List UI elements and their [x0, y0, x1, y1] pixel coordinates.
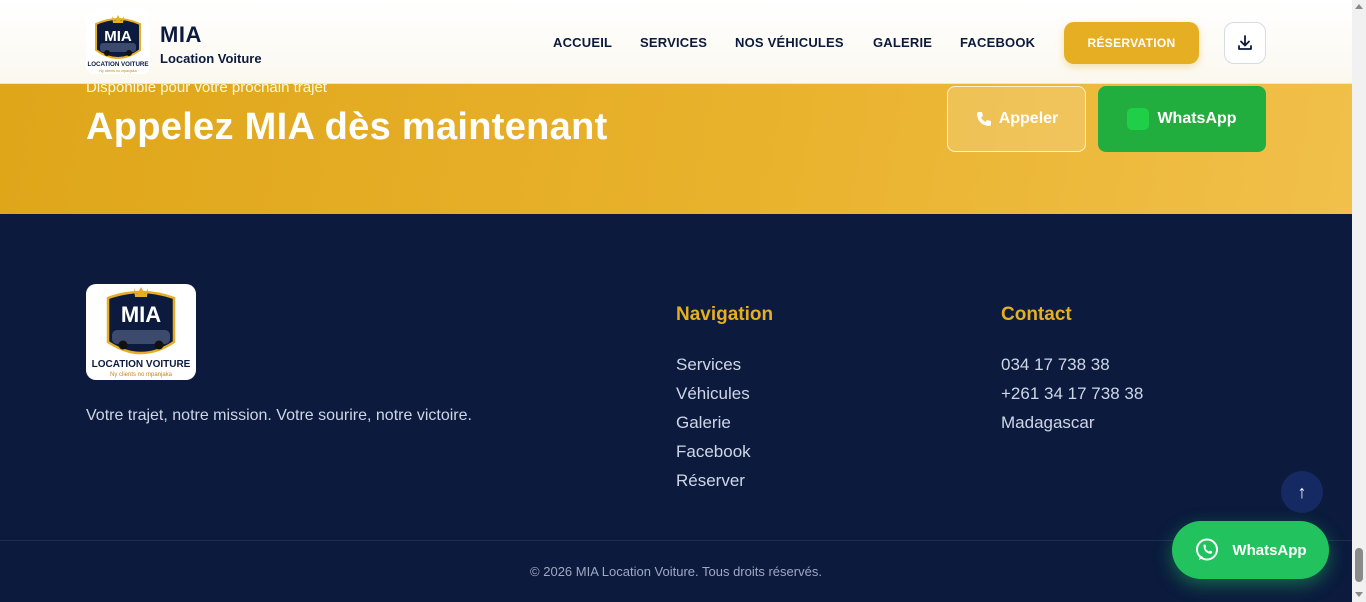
download-button[interactable]	[1224, 22, 1266, 64]
logo-emblem-icon: MIA LOCATION VOITURE Ny clients no mpanj…	[92, 287, 191, 378]
whatsapp-icon	[1127, 108, 1150, 130]
page-scrollbar[interactable]	[1352, 0, 1366, 602]
reservation-button[interactable]: RÉSERVATION	[1064, 22, 1199, 64]
footer-logo-slogan-text: Ny clients no mpanjaka	[110, 372, 173, 378]
nav-galerie[interactable]: GALERIE	[873, 35, 932, 50]
whatsapp-button[interactable]: WhatsApp	[1098, 86, 1266, 152]
footer-logo: MIA LOCATION VOITURE Ny clients no mpanj…	[86, 284, 196, 380]
footer-copyright: © 2026 MIA Location Voiture. Tous droits…	[530, 564, 822, 579]
footer-navigation-title: Navigation	[676, 304, 774, 325]
logo-slogan-text: Ny clients no mpanjaka	[99, 69, 136, 73]
scroll-up-arrow-icon[interactable]	[1355, 4, 1363, 9]
footer-divider	[0, 540, 1352, 541]
site-header: MIA LOCATION VOITURE Ny clients no mpanj…	[0, 0, 1352, 84]
download-icon	[1238, 35, 1252, 50]
brand-title: MIA	[160, 22, 202, 47]
whatsapp-floating-button[interactable]: WhatsApp	[1172, 521, 1329, 579]
call-button-label: Appeler	[998, 110, 1059, 127]
footer-logo-top-text: MIA	[121, 302, 161, 327]
call-to-action-band: Disponible pour votre prochain trajet Ap…	[0, 79, 1352, 214]
footer-contact-phone-2[interactable]: +261 34 17 738 38	[1001, 384, 1143, 404]
nav-accueil[interactable]: ACCUEIL	[553, 35, 612, 50]
logo-top-text: MIA	[104, 28, 132, 45]
site-footer: MIA LOCATION VOITURE Ny clients no mpanj…	[0, 214, 1352, 602]
call-button[interactable]: Appeler	[947, 86, 1086, 152]
footer-link-vehicules[interactable]: Véhicules	[676, 384, 750, 404]
footer-link-reserver[interactable]: Réserver	[676, 471, 745, 491]
footer-logo-bottom-text: LOCATION VOITURE	[92, 359, 191, 370]
scroll-down-arrow-icon[interactable]	[1355, 592, 1363, 597]
scrollbar-thumb[interactable]	[1355, 548, 1363, 582]
cta-title: Appelez MIA dès maintenant	[86, 106, 608, 148]
logo-bottom-text: LOCATION VOITURE	[87, 61, 148, 68]
footer-tagline: Votre trajet, notre mission. Votre souri…	[86, 407, 472, 424]
nav-facebook[interactable]: FACEBOOK	[960, 35, 1035, 50]
arrow-up-icon: ↑	[1297, 481, 1307, 502]
header-logo[interactable]: MIA LOCATION VOITURE Ny clients no mpanj…	[86, 10, 150, 74]
nav-vehicules[interactable]: NOS VÉHICULES	[735, 35, 844, 50]
footer-contact-location: Madagascar	[1001, 413, 1095, 432]
logo-emblem-icon: MIA LOCATION VOITURE Ny clients no mpanj…	[87, 15, 149, 73]
whatsapp-icon	[1196, 538, 1219, 561]
nav-services[interactable]: SERVICES	[640, 35, 707, 50]
back-to-top-button[interactable]: ↑	[1281, 471, 1323, 513]
brand-subtitle: Location Voiture	[160, 51, 262, 66]
footer-link-services[interactable]: Services	[676, 355, 741, 375]
phone-icon	[976, 112, 991, 126]
whatsapp-button-label: WhatsApp	[1157, 110, 1237, 127]
footer-link-facebook[interactable]: Facebook	[676, 442, 751, 462]
footer-contact-phone-1[interactable]: 034 17 738 38	[1001, 355, 1110, 375]
footer-link-galerie[interactable]: Galerie	[676, 413, 731, 433]
footer-contact-title: Contact	[1001, 304, 1072, 325]
whatsapp-floating-label: WhatsApp	[1232, 541, 1307, 559]
